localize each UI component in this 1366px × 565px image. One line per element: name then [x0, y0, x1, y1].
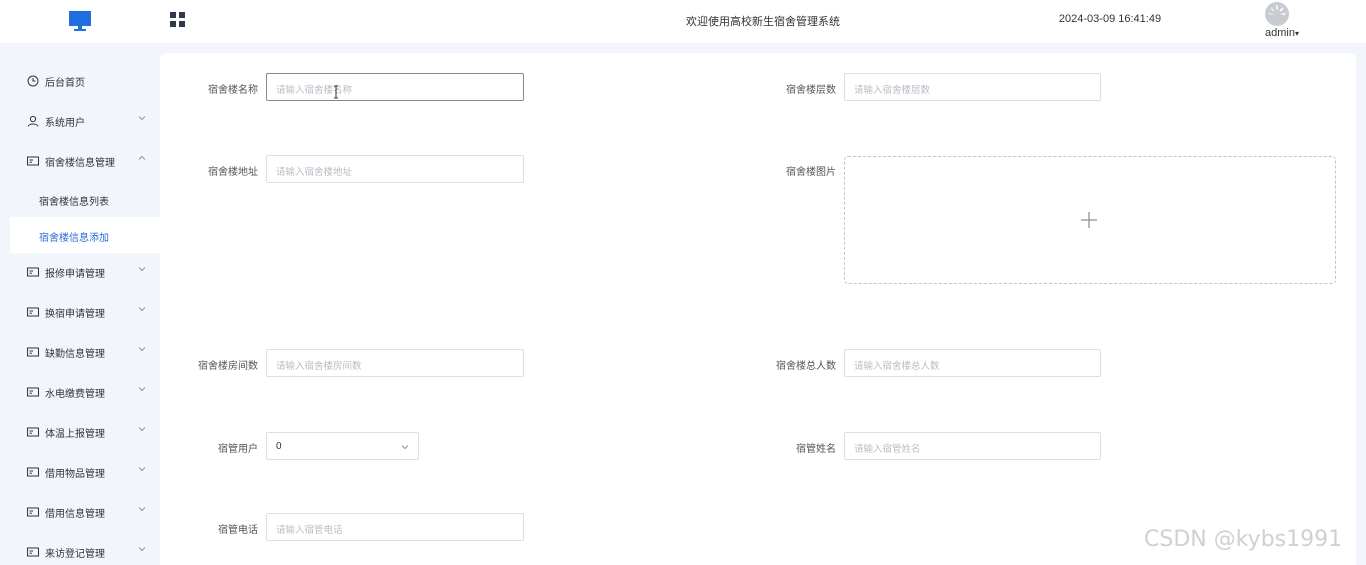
- manager-name-label: 宿管姓名: [796, 444, 836, 455]
- sidebar-item-label: 后台首页: [45, 78, 85, 89]
- sidebar-item-label: 换宿申请管理: [45, 309, 105, 320]
- username: admin: [1265, 27, 1295, 39]
- manager-user-select[interactable]: 0: [266, 432, 419, 460]
- building-floors-input[interactable]: 请输入宿舍楼层数: [844, 73, 1101, 101]
- chevron-down-icon: [138, 507, 146, 512]
- id-card-icon: [27, 267, 39, 277]
- current-datetime: 2024-03-09 16:41:49: [1058, 13, 1162, 25]
- building-rooms-label: 宿舍楼房间数: [198, 361, 258, 372]
- id-card-icon: [27, 507, 39, 517]
- id-card-icon: [27, 427, 39, 437]
- sidebar-item-visitor-registration[interactable]: 来访登记管理: [0, 532, 160, 565]
- sidebar-item-label: 体温上报管理: [45, 429, 105, 440]
- sidebar-item-label: 宿舍楼信息管理: [45, 158, 115, 169]
- sidebar-subitem-label: 宿舍楼信息列表: [39, 197, 109, 208]
- sidebar-item-label: 系统用户: [45, 118, 85, 129]
- manager-user-label: 宿管用户: [218, 444, 258, 455]
- avatar[interactable]: [1265, 2, 1289, 26]
- main-panel: [160, 53, 1356, 565]
- chevron-down-icon: ▾: [1294, 29, 1299, 38]
- building-capacity-label: 宿舍楼总人数: [776, 361, 836, 372]
- chevron-down-icon: [138, 467, 146, 472]
- sidebar-item-label: 报修申请管理: [45, 269, 105, 280]
- building-image-label: 宿舍楼图片: [786, 167, 836, 178]
- building-name-input[interactable]: 请输入宿舍楼名称: [266, 73, 524, 101]
- placeholder: 请输入宿舍楼房间数: [276, 361, 362, 372]
- selected-value: 0: [276, 441, 282, 452]
- chevron-up-icon: [138, 155, 146, 160]
- sidebar-item-dorm-building[interactable]: 宿舍楼信息管理: [0, 141, 160, 181]
- sidebar-item-label: 借用物品管理: [45, 469, 105, 480]
- building-address-label: 宿舍楼地址: [208, 167, 258, 178]
- placeholder: 请输入宿管姓名: [854, 444, 921, 455]
- monitor-logo-icon[interactable]: [69, 10, 91, 32]
- chevron-down-icon: [138, 267, 146, 272]
- placeholder: 请输入宿管电话: [276, 525, 343, 536]
- clock-icon: [27, 75, 39, 87]
- id-card-icon: [27, 347, 39, 357]
- id-card-icon: [27, 307, 39, 317]
- building-name-label: 宿舍楼名称: [208, 85, 258, 96]
- sidebar-item-room-change[interactable]: 换宿申请管理: [0, 292, 160, 332]
- chevron-down-icon: [138, 547, 146, 552]
- building-address-input[interactable]: 请输入宿舍楼地址: [266, 155, 524, 183]
- id-card-icon: [27, 467, 39, 477]
- sidebar-item-label: 借用信息管理: [45, 509, 105, 520]
- text-cursor-icon: [334, 85, 338, 99]
- sidebar-item-home[interactable]: 后台首页: [0, 61, 160, 101]
- sidebar-item-borrow-items[interactable]: 借用物品管理: [0, 452, 160, 492]
- building-floors-label: 宿舍楼层数: [786, 85, 836, 96]
- id-card-icon: [27, 547, 39, 557]
- page-scrollbar[interactable]: [1356, 43, 1366, 565]
- sidebar-item-repair[interactable]: 报修申请管理: [0, 252, 160, 292]
- manager-phone-input[interactable]: 请输入宿管电话: [266, 513, 524, 541]
- sidebar-item-label: 来访登记管理: [45, 549, 105, 560]
- sidebar-item-label: 缺勤信息管理: [45, 349, 105, 360]
- apps-grid-icon[interactable]: [170, 12, 186, 28]
- chevron-down-icon: [138, 116, 146, 121]
- placeholder: 请输入宿舍楼层数: [854, 85, 931, 96]
- plus-icon: [1081, 212, 1097, 228]
- loading-spinner-icon: [1268, 5, 1286, 15]
- sidebar-subitem-label: 宿舍楼信息添加: [39, 233, 109, 244]
- placeholder: 请输入宿舍楼地址: [276, 167, 353, 178]
- sidebar-item-temperature[interactable]: 体温上报管理: [0, 412, 160, 452]
- id-card-icon: [27, 387, 39, 397]
- sidebar-item-utility-payment[interactable]: 水电缴费管理: [0, 372, 160, 412]
- building-capacity-input[interactable]: 请输入宿舍楼总人数: [844, 349, 1101, 377]
- chevron-down-icon: [401, 445, 409, 450]
- system-title: 欢迎使用高校新生宿舍管理系统: [686, 15, 840, 28]
- chevron-down-icon: [138, 347, 146, 352]
- sidebar-item-absence[interactable]: 缺勤信息管理: [0, 332, 160, 372]
- chevron-down-icon: [138, 387, 146, 392]
- sidebar: 后台首页 系统用户 宿舍楼信息管理 宿舍楼信息列表 宿舍楼信息添加 报修申请管理…: [0, 43, 160, 565]
- id-card-icon: [27, 156, 39, 166]
- sidebar-item-label: 水电缴费管理: [45, 389, 105, 400]
- manager-phone-label: 宿管电话: [218, 525, 258, 536]
- building-rooms-input[interactable]: 请输入宿舍楼房间数: [266, 349, 524, 377]
- building-image-upload[interactable]: [844, 156, 1336, 284]
- sidebar-subitem-building-add[interactable]: 宿舍楼信息添加: [10, 217, 160, 253]
- sidebar-subitem-building-list[interactable]: 宿舍楼信息列表: [10, 181, 160, 217]
- watermark: CSDN @kybs1991: [1144, 527, 1343, 552]
- user-icon: [27, 115, 39, 127]
- top-header: 欢迎使用高校新生宿舍管理系统 2024-03-09 16:41:49 admin…: [0, 0, 1366, 43]
- placeholder: 请输入宿舍楼总人数: [854, 361, 940, 372]
- user-menu[interactable]: admin▾: [1257, 27, 1307, 39]
- placeholder: 请输入宿舍楼名称: [276, 85, 353, 96]
- chevron-down-icon: [138, 427, 146, 432]
- chevron-down-icon: [138, 307, 146, 312]
- sidebar-item-system-users[interactable]: 系统用户: [0, 101, 160, 141]
- manager-name-input[interactable]: 请输入宿管姓名: [844, 432, 1101, 460]
- sidebar-item-borrow-info[interactable]: 借用信息管理: [0, 492, 160, 532]
